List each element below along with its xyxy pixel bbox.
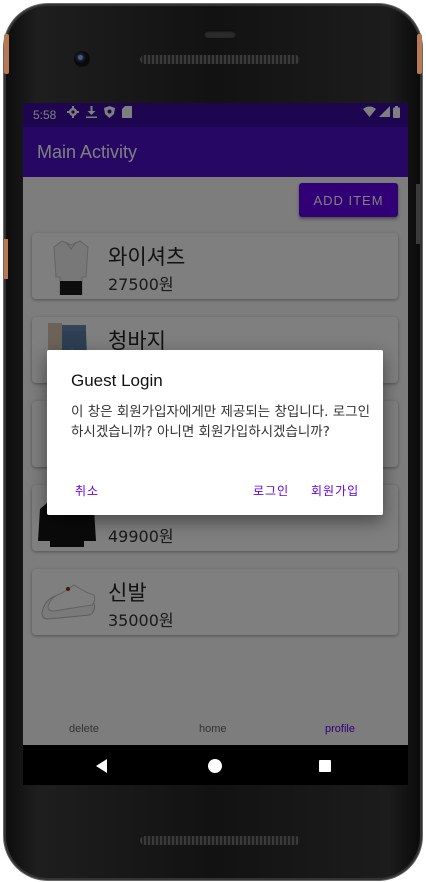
earpiece [204,30,236,38]
system-navigation-bar [23,745,408,785]
back-icon[interactable] [96,759,107,773]
cancel-button[interactable]: 취소 [75,482,99,499]
dialog-title: Guest Login [71,371,163,390]
dialog-message: 이 창은 회원가입자에게만 제공되는 창입니다. 로그인 하시겠습니까? 아니면… [71,404,370,440]
signup-button[interactable]: 회원가입 [311,482,359,499]
phone-side-button [4,239,8,279]
device-screen: 5:58 [23,103,408,785]
power-button [416,184,420,244]
login-button[interactable]: 로그인 [253,482,289,499]
home-icon[interactable] [208,759,222,773]
top-speaker [140,55,300,64]
front-camera-icon [74,51,90,67]
recents-icon[interactable] [319,760,331,772]
bottom-speaker [140,836,300,845]
phone-side-button [4,34,9,74]
phone-side-button [417,34,422,74]
guest-login-dialog: Guest Login 이 창은 회원가입자에게만 제공되는 창입니다. 로그인… [47,350,383,515]
